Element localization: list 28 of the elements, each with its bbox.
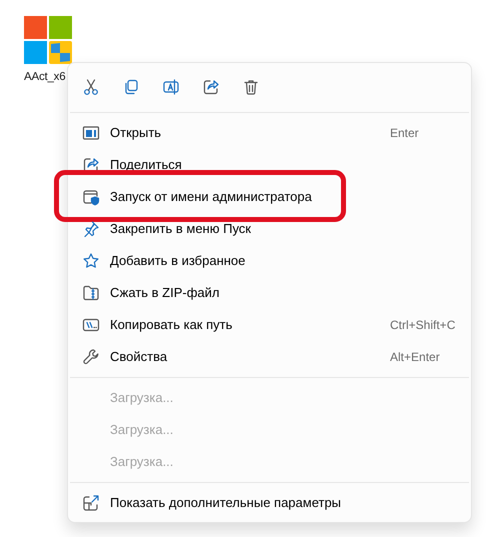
menu-item[interactable]: Свойства Alt+Enter bbox=[68, 341, 471, 373]
star-icon bbox=[82, 252, 100, 270]
expand-icon bbox=[82, 494, 100, 512]
menu-item[interactable]: Запуск от имени администратора bbox=[68, 183, 471, 211]
menu-item[interactable]: Показать дополнительные параметры bbox=[68, 487, 471, 519]
shortcut-label: Alt+Enter bbox=[390, 349, 441, 366]
rename-button[interactable] bbox=[161, 77, 181, 97]
cut-button[interactable] bbox=[81, 77, 101, 97]
menu-item[interactable]: Сжать в ZIP-файл bbox=[68, 277, 471, 309]
wrench-icon bbox=[82, 348, 100, 366]
pin-icon bbox=[82, 220, 100, 238]
trash-icon bbox=[242, 78, 260, 96]
path-icon bbox=[82, 316, 100, 334]
menu-item[interactable]: Открыть Enter bbox=[68, 117, 471, 149]
zip-folder-icon bbox=[82, 284, 100, 302]
rename-icon bbox=[162, 78, 180, 96]
menu-item[interactable]: Поделиться bbox=[68, 149, 471, 181]
share-icon bbox=[202, 78, 220, 96]
shield-window-icon bbox=[82, 188, 100, 206]
app-icon[interactable] bbox=[24, 16, 72, 64]
menu-item[interactable]: Добавить в избранное bbox=[68, 245, 471, 277]
cut-icon bbox=[82, 78, 100, 96]
menu-item[interactable]: Закрепить в меню Пуск bbox=[68, 213, 471, 245]
menu-item[interactable]: Копировать как путь Ctrl+Shift+C bbox=[68, 309, 471, 341]
shortcut-label: Enter bbox=[390, 125, 420, 142]
file-name: AAct_x6 bbox=[24, 70, 66, 85]
shortcut-label: Ctrl+Shift+C bbox=[390, 317, 456, 334]
window-icon bbox=[82, 124, 100, 142]
